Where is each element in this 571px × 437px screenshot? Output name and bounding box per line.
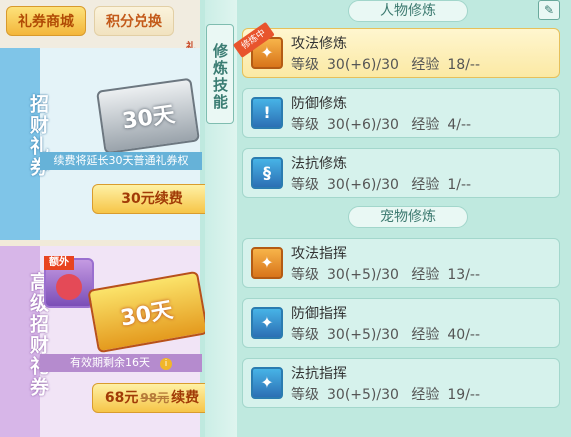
skill-exp: 18/--	[447, 57, 481, 73]
skill-name: 攻法指挥	[291, 246, 347, 262]
skill-row-defense-command[interactable]: ✦ 防御指挥 等级 30(+5)/30 经验 40/--	[242, 298, 560, 348]
tab-training-skills[interactable]: 修炼技能	[206, 24, 234, 124]
normal-voucher-desc: 续费将延长30天普通礼券权	[40, 152, 202, 170]
voucher-days: 30天	[120, 102, 177, 135]
tab-gift-mall[interactable]: 礼券商城	[6, 6, 86, 36]
skill-level: 30(+6)/30	[327, 117, 399, 133]
skill-exp: 4/--	[447, 117, 472, 133]
skill-stats: 等级 30(+6)/30 经验 18/--	[291, 57, 481, 73]
voucher-days: 30天	[118, 297, 175, 332]
pet-training-header: 宠物修炼	[348, 206, 468, 228]
top-tabs: 礼券商城 积分兑换 礼	[0, 0, 200, 53]
edit-icon[interactable]: ✎	[538, 0, 560, 20]
left-panel: 礼券商城 积分兑换 礼 招财礼券 30天 续费将延长30天普通礼券权 30元续费…	[0, 0, 212, 437]
skill-stats: 等级 30(+5)/30 经验 13/--	[291, 267, 481, 283]
skill-stats: 等级 30(+5)/30 经验 19/--	[291, 387, 481, 403]
renew-premium-button[interactable]: 68元 98元 续费	[92, 383, 212, 413]
skill-name: 法抗指挥	[291, 366, 347, 382]
skill-stats: 等级 30(+5)/30 经验 40/--	[291, 327, 481, 343]
skill-row-defense-training[interactable]: ! 防御修炼 等级 30(+6)/30 经验 4/--	[242, 88, 560, 138]
skill-level: 30(+5)/30	[327, 267, 399, 283]
paw-shield-icon: ✦	[251, 307, 283, 339]
skill-exp: 1/--	[447, 177, 472, 193]
skill-exp: 19/--	[447, 387, 481, 403]
skill-row-attack-command[interactable]: ✦ 攻法指挥 等级 30(+5)/30 经验 13/--	[242, 238, 560, 288]
skill-row-resist-training[interactable]: § 法抗修炼 等级 30(+6)/30 经验 1/--	[242, 148, 560, 198]
normal-voucher-card: 招财礼券 30天 续费将延长30天普通礼券权 30元续费	[0, 48, 212, 240]
info-icon[interactable]: i	[160, 358, 172, 370]
paw-icon: ✦	[251, 247, 283, 279]
skill-exp: 40/--	[447, 327, 481, 343]
extra-badge: 额外	[44, 256, 74, 270]
shield-icon: !	[251, 97, 283, 129]
renew-normal-button[interactable]: 30元续费	[92, 184, 212, 214]
skill-name: 防御指挥	[291, 306, 347, 322]
character-training-header: 人物修炼	[348, 0, 468, 22]
skill-name: 法抗修炼	[291, 156, 347, 172]
price-suffix: 续费	[171, 390, 200, 406]
premium-voucher-card: 高级招财礼券 额外 30天 有效期剩余16天 i 68元 98元 续费	[0, 246, 212, 437]
gold-voucher-icon: 30天	[87, 270, 209, 354]
skill-stats: 等级 30(+6)/30 经验 1/--	[291, 177, 472, 193]
silver-voucher-icon: 30天	[96, 77, 200, 155]
skill-level: 30(+5)/30	[327, 387, 399, 403]
skill-list-panel: 人物修炼 ✎ ✦ 修炼中 攻法修炼 等级 30(+6)/30 经验 18/-- ! …	[232, 0, 571, 437]
skill-exp: 13/--	[447, 267, 481, 283]
skill-level: 30(+5)/30	[327, 327, 399, 343]
skill-level: 30(+6)/30	[327, 57, 399, 73]
premium-voucher-desc: 有效期剩余16天 i	[40, 354, 202, 372]
skill-row-attack-training[interactable]: ✦ 修炼中 攻法修炼 等级 30(+6)/30 经验 18/--	[232, 21, 560, 78]
expiry-text: 有效期剩余16天	[70, 356, 150, 369]
skill-level: 30(+6)/30	[327, 177, 399, 193]
skill-row-resist-command[interactable]: ✦ 法抗指挥 等级 30(+5)/30 经验 19/--	[242, 358, 560, 408]
price-new: 68元	[104, 390, 139, 406]
skill-stats: 等级 30(+6)/30 经验 4/--	[291, 117, 472, 133]
paw-swirl-icon: ✦	[251, 367, 283, 399]
price-old: 98元	[140, 391, 170, 405]
swirl-icon: §	[251, 157, 283, 189]
premium-voucher-label: 高级招财礼券	[27, 272, 49, 398]
tab-points-exchange[interactable]: 积分兑换	[94, 6, 174, 36]
skill-name: 防御修炼	[291, 96, 347, 112]
skill-name: 攻法修炼	[291, 36, 347, 52]
